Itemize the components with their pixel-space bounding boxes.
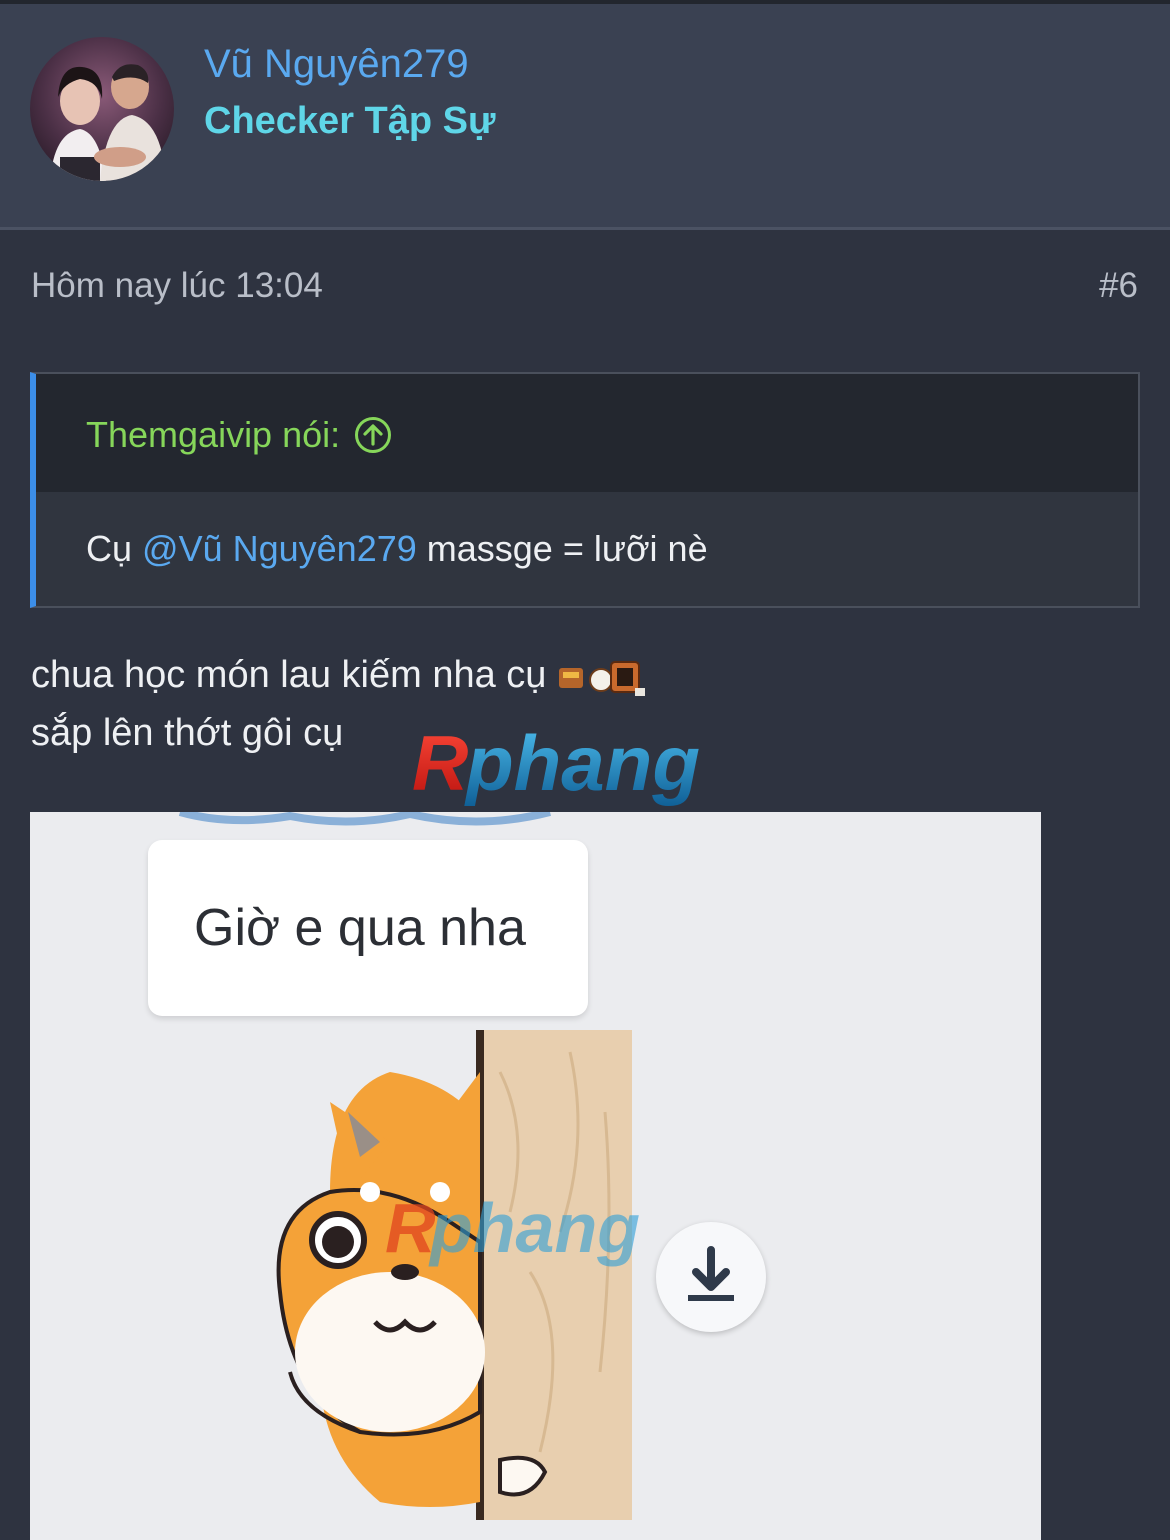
bubble-text: Giờ e qua nha: [194, 899, 526, 957]
quote-prefix: Cụ: [86, 528, 143, 569]
post-timestamp[interactable]: Hôm nay lúc 13:04: [31, 266, 323, 306]
quote-header: Themgaivip nói:: [36, 374, 1138, 492]
message-line-1: chua học món lau kiếm nha cụ: [31, 654, 547, 696]
arrow-up-circle-icon[interactable]: [354, 416, 392, 454]
svg-text:phang: phang: [464, 719, 700, 807]
username-link[interactable]: Vũ Nguyên279: [204, 42, 469, 87]
post-number-link[interactable]: #6: [1099, 266, 1138, 306]
quote-suffix: massge = lưỡi nè: [416, 528, 708, 569]
quote-content: Cụ @Vũ Nguyên279 massge = lưỡi nè: [36, 492, 1138, 570]
download-icon: [688, 1246, 734, 1301]
svg-text:R: R: [385, 1189, 436, 1267]
chat-bubble: Giờ e qua nha: [148, 840, 588, 1016]
smiley-icon: [557, 654, 647, 700]
quote-author-link[interactable]: Themgaivip nói:: [86, 414, 340, 456]
attached-image[interactable]: R phang Giờ e qua nha: [30, 812, 1041, 1540]
user-title: Checker Tập Sự: [204, 100, 496, 142]
mention-link[interactable]: @Vũ Nguyên279: [142, 528, 417, 569]
svg-text:R: R: [412, 719, 468, 807]
download-button[interactable]: [656, 1222, 766, 1332]
watermark-logo: R phang: [408, 718, 768, 818]
quote-block: Themgaivip nói: Cụ @Vũ Nguyên279 massge …: [30, 372, 1140, 608]
svg-text:phang: phang: [428, 1189, 640, 1267]
post-user-header: Vũ Nguyên279 Checker Tập Sự: [0, 4, 1170, 230]
avatar[interactable]: [30, 37, 174, 181]
